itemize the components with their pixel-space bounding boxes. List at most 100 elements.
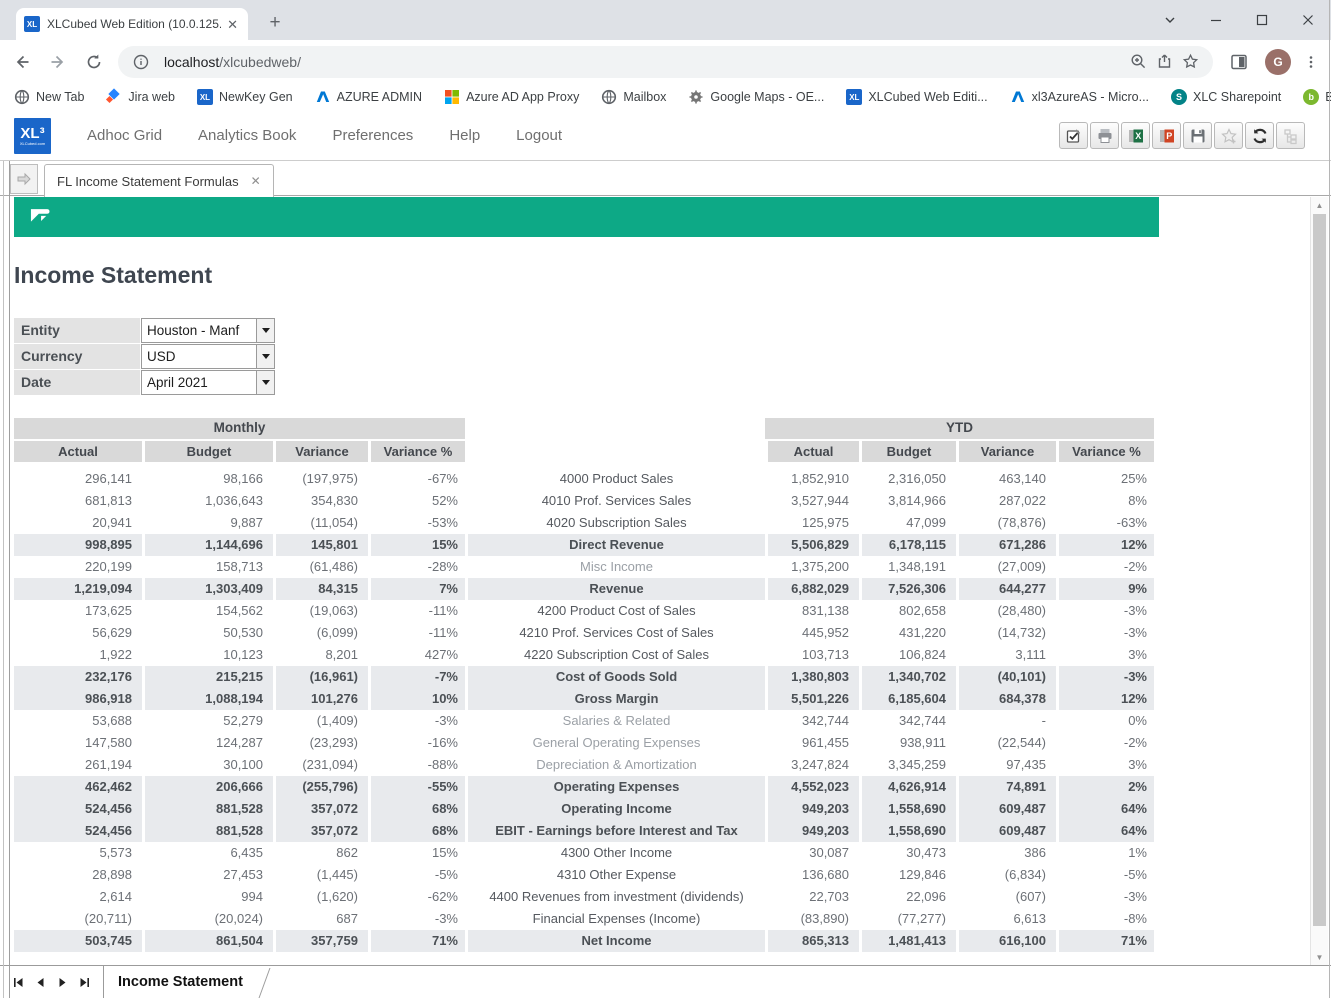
ytd-value: (22,544): [956, 732, 1056, 754]
export-excel-button[interactable]: X: [1121, 122, 1150, 149]
entity-dropdown-button[interactable]: [256, 319, 274, 342]
sheet-tab-income-statement[interactable]: Income Statement: [103, 966, 257, 998]
currency-select[interactable]: USD: [141, 344, 275, 369]
ytd-value: -5%: [1056, 864, 1154, 886]
refresh-button[interactable]: [1245, 122, 1274, 149]
favorite-button[interactable]: [1214, 122, 1243, 149]
menu-item-help[interactable]: Help: [449, 127, 480, 144]
minimize-icon[interactable]: [1193, 0, 1239, 40]
filter-label: Date: [14, 370, 140, 395]
tab-scroll-arrow-icon[interactable]: [10, 164, 38, 194]
first-sheet-icon[interactable]: [12, 976, 25, 989]
forward-icon[interactable]: [44, 48, 72, 76]
date-select[interactable]: April 2021: [141, 370, 275, 395]
monthly-value: (16,961): [273, 666, 368, 688]
profile-avatar[interactable]: G: [1265, 49, 1291, 75]
bookmark-item[interactable]: Google Maps - OE...: [688, 89, 824, 105]
back-icon[interactable]: [8, 48, 36, 76]
gear-icon: [688, 89, 704, 105]
tab-close-icon[interactable]: ✕: [225, 16, 240, 33]
bookmark-item[interactable]: AZURE ADMIN: [315, 89, 422, 105]
side-panel-icon[interactable]: [1225, 48, 1253, 76]
monthly-value: 101,276: [273, 688, 368, 710]
sharepoint-icon: S: [1171, 89, 1187, 105]
monthly-value: 28,898: [14, 864, 142, 886]
monthly-value: (19,063): [273, 600, 368, 622]
bookmark-item[interactable]: New Tab: [14, 89, 84, 105]
bookmark-item[interactable]: Mailbox: [601, 89, 666, 105]
monthly-value: 84,315: [273, 578, 368, 600]
reload-icon[interactable]: [80, 48, 108, 76]
report-tab-bar: FL Income Statement Formulas ✕: [0, 161, 1331, 196]
xlcubed-favicon: XL: [24, 16, 40, 32]
monthly-value: 154,562: [142, 600, 273, 622]
ytd-value: 865,313: [765, 930, 859, 952]
url-path: /xlcubedweb/: [219, 54, 301, 70]
date-dropdown-button[interactable]: [256, 371, 274, 394]
monthly-value: 6,435: [142, 842, 273, 864]
ytd-value: 6,882,029: [765, 578, 859, 600]
export-powerpoint-button[interactable]: P: [1152, 122, 1181, 149]
monthly-value: (23,293): [273, 732, 368, 754]
browser-window: XL XLCubed Web Edition (10.0.125.0 ✕ + l…: [0, 0, 1331, 998]
entity-select[interactable]: Houston - Manf: [141, 318, 275, 343]
menu-item-logout[interactable]: Logout: [516, 127, 562, 144]
report-tab-close-icon[interactable]: ✕: [251, 174, 261, 188]
prev-sheet-icon[interactable]: [34, 976, 47, 989]
scroll-down-icon[interactable]: ▼: [1311, 949, 1328, 965]
report-tab[interactable]: FL Income Statement Formulas ✕: [44, 164, 274, 197]
row-label: Depreciation & Amortization: [465, 754, 765, 776]
ytd-value: 644,277: [956, 578, 1056, 600]
browser-menu-kebab-icon[interactable]: [1297, 48, 1325, 76]
browser-tab[interactable]: XL XLCubed Web Edition (10.0.125.0 ✕: [16, 8, 248, 40]
maximize-icon[interactable]: [1239, 0, 1285, 40]
row-label: 4210 Prof. Services Cost of Sales: [465, 622, 765, 644]
ytd-value: 4,626,914: [859, 776, 956, 798]
monthly-value: -55%: [368, 776, 465, 798]
row-label: 4020 Subscription Sales: [465, 512, 765, 534]
bookmark-star-icon[interactable]: [1177, 49, 1203, 75]
filter-label: Entity: [14, 318, 140, 343]
scroll-up-icon[interactable]: ▲: [1311, 197, 1328, 213]
monthly-value: (20,024): [142, 908, 273, 930]
bookmarks-bar: New Tab Jira web XLNewKey Gen AZURE ADMIN Az…: [0, 83, 1331, 111]
print-button[interactable]: [1090, 122, 1119, 149]
ytd-value: (77,277): [859, 908, 956, 930]
column-header: Budget: [859, 441, 956, 462]
edit-grid-button[interactable]: [1059, 122, 1088, 149]
zoom-icon[interactable]: [1125, 49, 1151, 75]
site-info-icon[interactable]: [128, 49, 154, 75]
save-button[interactable]: [1183, 122, 1212, 149]
scrollbar-thumb[interactable]: [1313, 214, 1326, 926]
report-banner: [14, 197, 1159, 237]
ytd-value: 64%: [1056, 798, 1154, 820]
currency-dropdown-button[interactable]: [256, 345, 274, 368]
bookmark-item[interactable]: XLXLCubed Web Editi...: [846, 89, 987, 105]
report-tab-label: FL Income Statement Formulas: [57, 174, 239, 189]
ytd-value: 1,348,191: [859, 556, 956, 578]
bookmark-item[interactable]: bBamboo: [1303, 89, 1331, 105]
layout-tree-button[interactable]: [1276, 122, 1305, 149]
row-label: Gross Margin: [465, 688, 765, 710]
menu-item-analytics-book[interactable]: Analytics Book: [198, 127, 296, 144]
browser-tab-strip: XL XLCubed Web Edition (10.0.125.0 ✕ +: [0, 0, 1331, 40]
last-sheet-icon[interactable]: [78, 976, 91, 989]
bookmark-item[interactable]: SXLC Sharepoint: [1171, 89, 1281, 105]
url-bar[interactable]: localhost/xlcubedweb/: [118, 46, 1213, 78]
tab-search-chevron-icon[interactable]: [1147, 0, 1193, 40]
monthly-value: -62%: [368, 886, 465, 908]
bookmark-item[interactable]: Jira web: [106, 89, 175, 105]
bookmark-item[interactable]: Azure AD App Proxy: [444, 89, 579, 105]
close-icon[interactable]: [1285, 0, 1331, 40]
share-icon[interactable]: [1151, 49, 1177, 75]
menu-item-adhoc-grid[interactable]: Adhoc Grid: [87, 127, 162, 144]
next-sheet-icon[interactable]: [56, 976, 69, 989]
bookmark-item[interactable]: xl3AzureAS - Micro...: [1010, 89, 1149, 105]
new-tab-button[interactable]: +: [262, 10, 288, 36]
bookmark-item[interactable]: XLNewKey Gen: [197, 89, 293, 105]
row-label: Cost of Goods Sold: [465, 666, 765, 688]
row-label: 4000 Product Sales: [465, 468, 765, 490]
menu-item-preferences[interactable]: Preferences: [332, 127, 413, 144]
vertical-scrollbar[interactable]: ▲ ▼: [1310, 197, 1328, 965]
monthly-value: -11%: [368, 622, 465, 644]
